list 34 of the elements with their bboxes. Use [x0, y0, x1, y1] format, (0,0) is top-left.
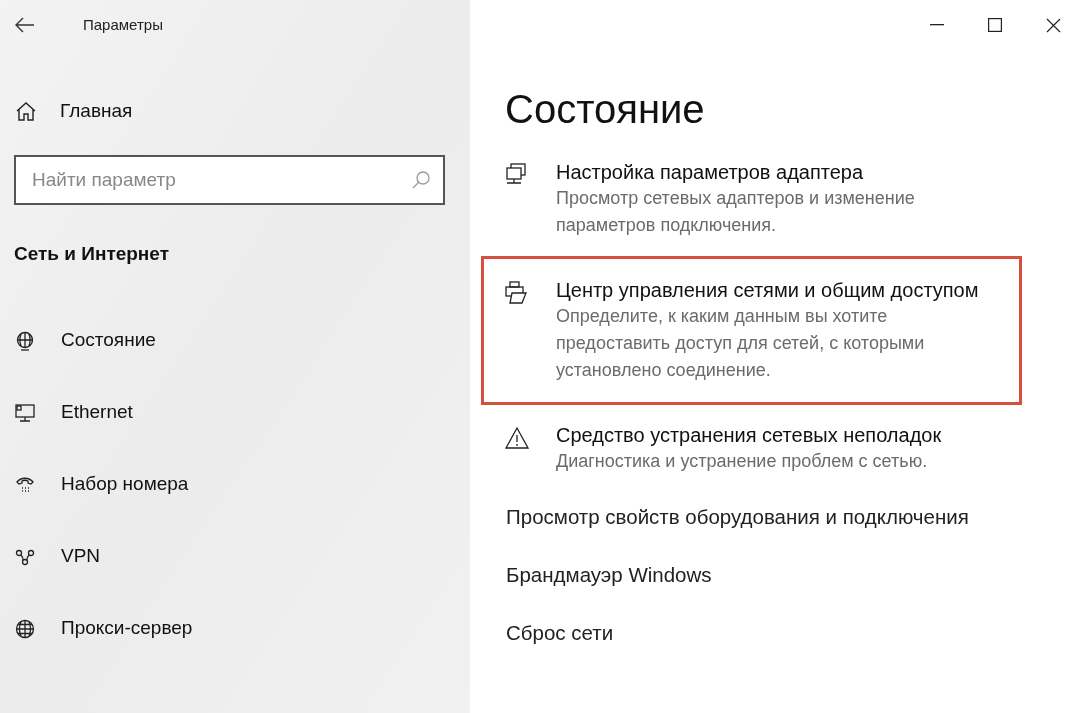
setting-description: Диагностика и устранение проблем с сетью. [556, 450, 929, 473]
nav-item[interactable]: Набор номера [15, 472, 470, 497]
page-heading: Состояние [505, 86, 706, 133]
home-nav-item[interactable]: Главная [15, 99, 470, 123]
settings-link[interactable]: Сброс сети [506, 620, 614, 646]
nav-item[interactable]: Прокси-сервер [15, 616, 470, 641]
setting-description: Определите, к каким данным вы хотите предоставить доступ для сетей, с которыми установлено соединение. [556, 305, 926, 382]
settings-link[interactable]: Просмотр свойств оборудования и подключения [506, 504, 969, 530]
printer-folder-icon [505, 281, 529, 305]
home-icon [15, 101, 37, 121]
setting-description: Просмотр сетевых адаптеров и изменение параметров подключения. [556, 187, 916, 237]
nav-item[interactable]: VPN [15, 544, 470, 569]
search-icon [411, 170, 431, 190]
setting-item[interactable]: Средство устранения сетевых неполадок Диагностика и устранение проблем с сетью. [481, 415, 1022, 482]
window-title: Параметры [83, 14, 163, 35]
globe-icon [15, 618, 35, 639]
settings-link[interactable]: Брандмауэр Windows [506, 562, 712, 588]
close-icon [1045, 17, 1061, 33]
setting-title: Средство устранения сетевых неполадок [556, 423, 943, 448]
section-title: Сеть и Интернет [14, 242, 170, 266]
nav-item[interactable]: Состояние [15, 328, 470, 353]
warning-icon [505, 426, 529, 450]
setting-title: Центр управления сетями и общим доступом [556, 278, 979, 303]
search-field[interactable]: Найти параметр [14, 155, 445, 205]
back-arrow-icon [15, 17, 35, 33]
monitor-icon [15, 402, 35, 423]
setting-item[interactable]: Настройка параметров адаптера Просмотр сетевых адаптеров и изменение параметров подключения. [481, 152, 1022, 246]
network-computers-icon [505, 163, 529, 187]
nav-item[interactable]: Ethernet [15, 400, 470, 425]
setting-title: Настройка параметров адаптера [556, 160, 865, 185]
globe-monitor-icon [15, 330, 35, 351]
minimize-icon [930, 24, 944, 26]
highlighted-setting-item[interactable]: Центр управления сетями и общим доступом Определите, к каким данным вы хотите предоставить доступ для сетей, с которыми установлено соединение. [481, 256, 1022, 405]
maximize-icon [988, 18, 1002, 32]
